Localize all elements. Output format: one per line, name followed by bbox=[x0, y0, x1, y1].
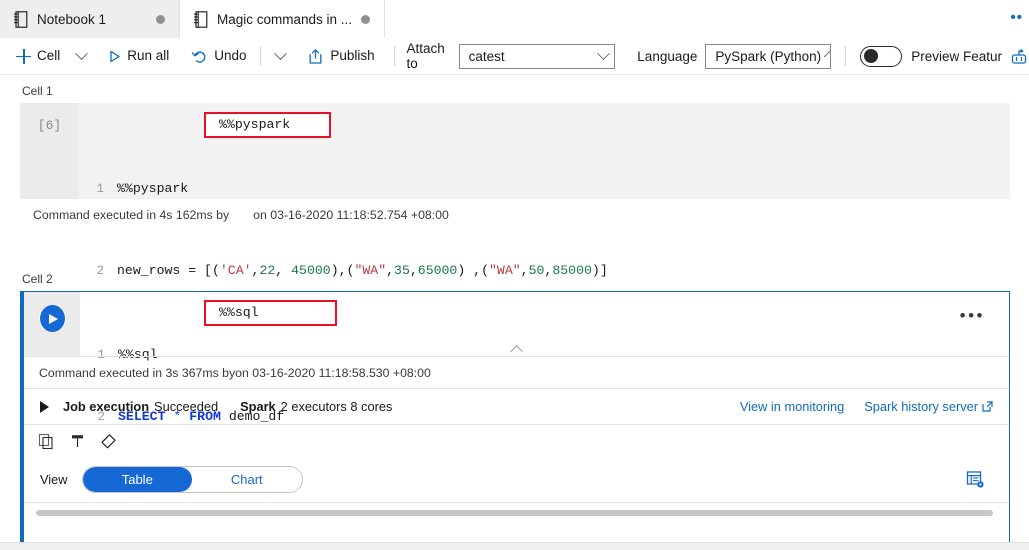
cell-1-caption: Cell 1 bbox=[22, 84, 53, 98]
window-bottom-strip bbox=[0, 542, 1029, 550]
chevron-up-icon bbox=[510, 345, 523, 358]
tab-strip: Notebook 1 Magic commands in ... •• bbox=[0, 0, 1029, 38]
cell-more-options-button[interactable]: ••• bbox=[960, 307, 985, 324]
modified-dot-icon[interactable] bbox=[156, 14, 165, 24]
language-value: PySpark (Python) bbox=[715, 48, 822, 64]
publish-icon bbox=[309, 48, 322, 64]
attach-to-label: Attach to bbox=[406, 41, 445, 71]
add-cell-button[interactable]: Cell bbox=[9, 43, 67, 69]
cell-1-status: Command executed in 4s 162ms by on 03-16… bbox=[33, 208, 449, 222]
cell-1-execution-count: [6] bbox=[20, 103, 79, 199]
horizontal-scrollbar[interactable] bbox=[36, 510, 993, 516]
cell-2-code-region: 1 %%sql 2 SELECT * FROM demo_df %%sql ••… bbox=[24, 292, 1009, 424]
notebook-body: Cell 1 [6] 1 %%pyspark 2 new_rows = [('C… bbox=[0, 75, 1029, 550]
synapse-notebook-window: Notebook 1 Magic commands in ... •• Cell bbox=[0, 0, 1029, 550]
tab-notebook-1[interactable]: Notebook 1 bbox=[0, 0, 180, 38]
attach-to-value: catest bbox=[468, 48, 505, 64]
run-all-button[interactable]: Run all bbox=[101, 43, 176, 69]
magic-command-highlight: %%pyspark bbox=[204, 112, 331, 138]
preview-features-label: Preview Featur bbox=[911, 48, 1002, 64]
cell-2[interactable]: 1 %%sql 2 SELECT * FROM demo_df %%sql ••… bbox=[20, 291, 1010, 549]
toolbar-divider bbox=[845, 46, 847, 66]
add-cell-dropdown[interactable] bbox=[67, 43, 93, 69]
view-label: View bbox=[40, 472, 68, 487]
publish-label: Publish bbox=[330, 48, 375, 64]
code-text: new_rows = [('CA',22, 45000),("WA",35,65… bbox=[117, 263, 608, 279]
play-icon bbox=[110, 50, 120, 62]
notebook-toolbar: Cell Run all Undo Publish Attach to cate… bbox=[0, 38, 1029, 75]
tab-label: Notebook 1 bbox=[37, 11, 107, 27]
tab-strip-empty-area bbox=[385, 0, 1029, 38]
magic-command-highlight: %%sql bbox=[204, 300, 337, 326]
attach-to-select[interactable]: catest bbox=[458, 43, 616, 69]
cell-1-status-duration: Command executed in 4s 162ms by bbox=[33, 208, 230, 222]
cell-2-caption: Cell 2 bbox=[22, 272, 53, 286]
code-text: SELECT * FROM demo_df bbox=[118, 408, 285, 424]
undo-button[interactable]: Undo bbox=[184, 43, 253, 69]
undo-label: Undo bbox=[214, 48, 247, 64]
tab-label: Magic commands in ... bbox=[217, 11, 353, 27]
notebook-icon bbox=[14, 10, 28, 28]
code-line: 1 %%pyspark bbox=[79, 179, 1010, 200]
line-number: 1 bbox=[96, 181, 104, 196]
toolbar-divider bbox=[393, 46, 395, 66]
tab-magic-commands[interactable]: Magic commands in ... bbox=[180, 0, 386, 38]
publish-button[interactable]: Publish bbox=[300, 43, 381, 69]
plus-icon bbox=[16, 48, 31, 64]
line-number: 2 bbox=[96, 264, 104, 279]
undo-icon bbox=[192, 50, 206, 63]
undo-dropdown[interactable] bbox=[266, 43, 292, 69]
toolbar-divider bbox=[259, 46, 261, 66]
chevron-down-icon bbox=[824, 49, 832, 57]
notebook-icon bbox=[194, 10, 208, 28]
collapse-cell-button[interactable] bbox=[24, 343, 1009, 358]
modified-dot-icon[interactable] bbox=[361, 14, 371, 24]
add-cell-label: Cell bbox=[37, 48, 61, 64]
run-cell-button[interactable] bbox=[38, 305, 66, 332]
chevron-down-icon bbox=[274, 46, 288, 60]
cell-1-status-timestamp: on 03-16-2020 11:18:52.754 +08:00 bbox=[253, 208, 449, 222]
code-line: 2 SELECT * FROM demo_df bbox=[80, 407, 1009, 428]
copy-icon[interactable] bbox=[38, 433, 55, 450]
cell-1-code-editor[interactable]: 1 %%pyspark 2 new_rows = [('CA',22, 4500… bbox=[79, 103, 1010, 443]
feedback-robot-icon[interactable] bbox=[1009, 46, 1029, 66]
expand-job-arrow-icon[interactable] bbox=[40, 400, 49, 413]
toggle-knob bbox=[864, 49, 879, 63]
chevron-down-icon bbox=[75, 46, 89, 60]
chevron-down-icon bbox=[597, 46, 611, 60]
language-label: Language bbox=[637, 48, 698, 64]
code-line: 2 new_rows = [('CA',22, 45000),("WA",35,… bbox=[79, 261, 1010, 282]
cell-1[interactable]: [6] 1 %%pyspark 2 new_rows = [('CA',22, … bbox=[20, 103, 1010, 443]
line-number: 2 bbox=[97, 409, 105, 424]
language-select[interactable]: PySpark (Python) bbox=[705, 43, 832, 69]
preview-features-toggle[interactable] bbox=[860, 45, 903, 67]
run-all-label: Run all bbox=[127, 48, 170, 64]
tab-overflow-icon[interactable]: •• bbox=[1010, 9, 1023, 26]
play-icon bbox=[39, 305, 65, 332]
code-text: %%pyspark bbox=[117, 180, 189, 196]
